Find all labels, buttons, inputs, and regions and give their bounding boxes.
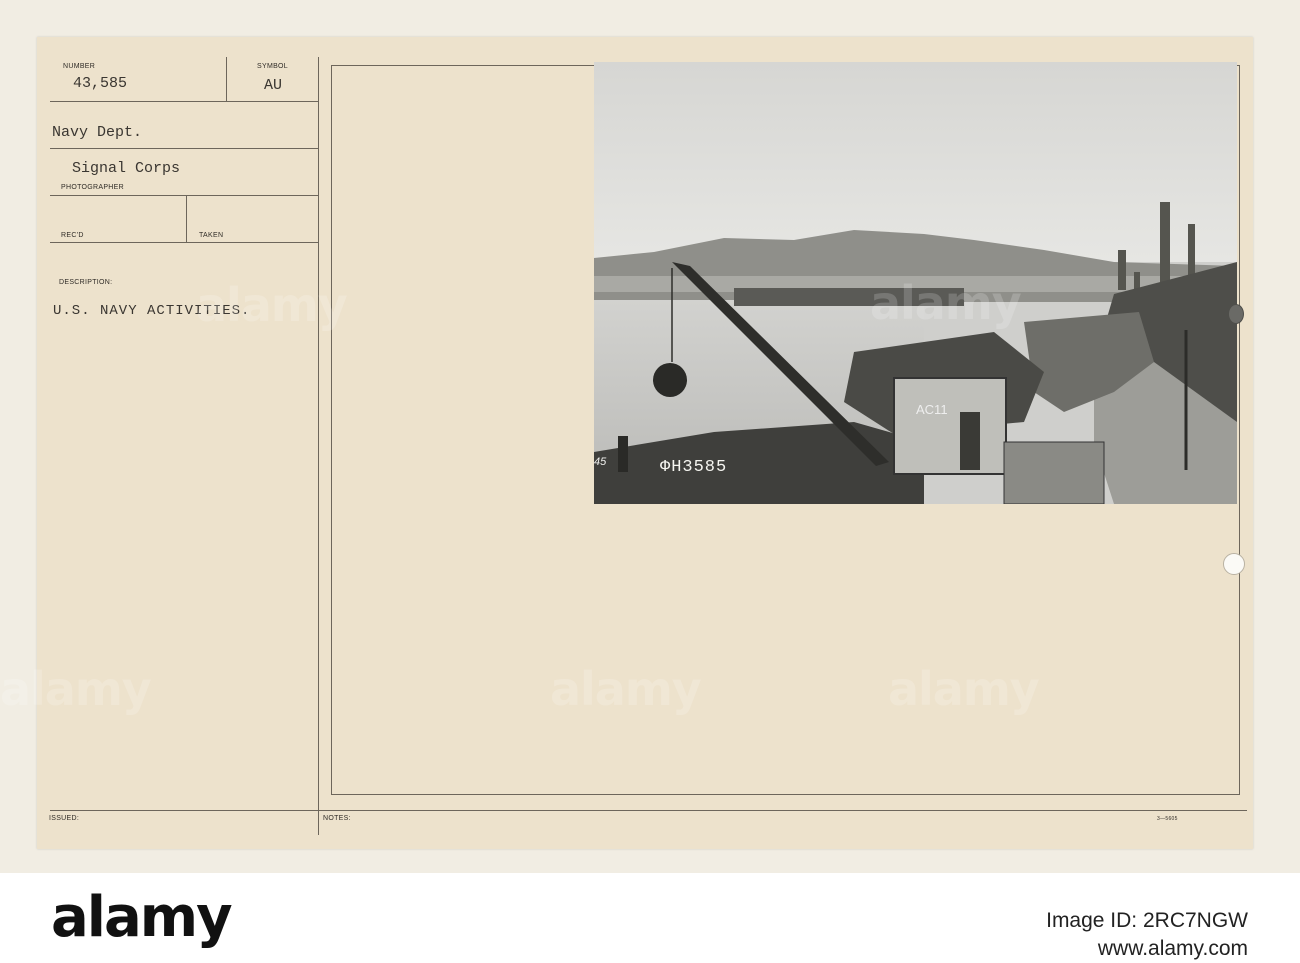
footer-meta: Image ID: 2RC7NGW www.alamy.com (1046, 907, 1248, 963)
taken-label: TAKEN (199, 232, 224, 239)
card-rule-dept (50, 148, 318, 149)
edge-marking: 45 (594, 456, 607, 468)
watermark-center-top: alamy (196, 278, 348, 332)
open-wagons (1003, 441, 1105, 504)
card-rule-bottom (50, 810, 1247, 811)
corps-value: Signal Corps (72, 160, 181, 177)
watermark-left-bottom: alamy (0, 662, 152, 716)
sky (594, 62, 1237, 262)
card-rule-column (318, 57, 319, 835)
site-url[interactable]: www.alamy.com (1046, 935, 1248, 963)
dept-value: Navy Dept. (52, 124, 143, 141)
image-id: Image ID: 2RC7NGW (1046, 909, 1248, 932)
crane-cab (893, 377, 1007, 475)
watermark-right-top: alamy (870, 276, 1022, 330)
issued-label: ISSUED: (49, 815, 80, 822)
photographer-label: PHOTOGRAPHER (61, 184, 124, 191)
card-rule-recd-taken (186, 196, 187, 243)
crane-marking: AC11 (916, 402, 948, 417)
card-rule-photographer (50, 195, 318, 196)
watermark-right-bottom: alamy (888, 662, 1040, 716)
description-label: DESCRIPTION: (59, 279, 113, 286)
symbol-label: SYMBOL (257, 63, 288, 70)
punch-hole (1223, 553, 1245, 575)
card-rule-header (50, 101, 318, 102)
punch-hole-upper (1228, 304, 1244, 324)
notes-label: NOTES: (323, 815, 351, 822)
watermark-center-bottom: alamy (550, 662, 702, 716)
symbol-value: AU (264, 77, 283, 94)
figure-dock (618, 436, 628, 472)
form-code: 3—5605 (1157, 816, 1178, 822)
recd-label: REC'D (61, 232, 84, 239)
card-rule-recd (50, 242, 318, 243)
number-value: 43,585 (73, 75, 128, 92)
cargo-load (653, 363, 687, 397)
negative-number: ΦH3585 (660, 458, 728, 477)
crane-cab-door (960, 412, 980, 470)
card-rule-number-symbol (226, 57, 227, 102)
number-label: NUMBER (63, 63, 96, 70)
alamy-logo: alamy (51, 885, 233, 950)
